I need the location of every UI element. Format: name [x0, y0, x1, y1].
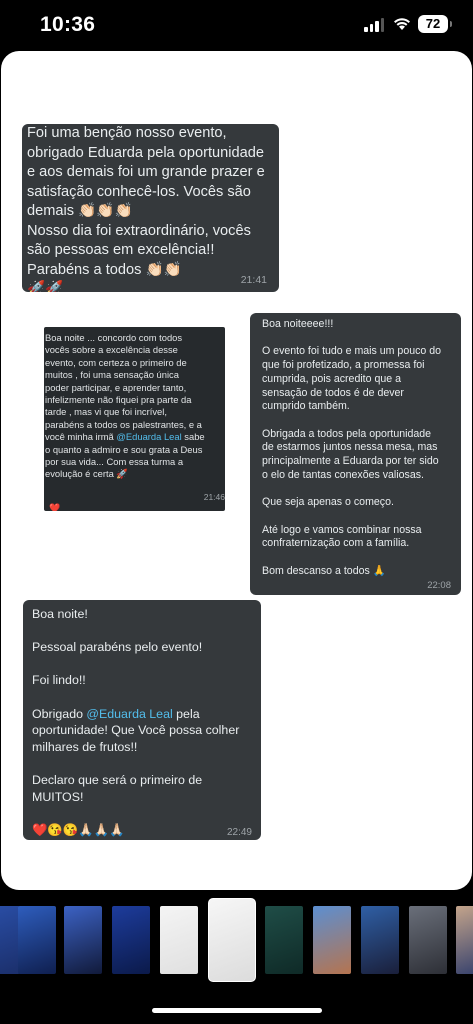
- cellular-signal-icon: [364, 18, 384, 32]
- message-text-part: pela oportunidade! Que Você possa colher…: [32, 706, 240, 837]
- group-photo-thumbnail[interactable]: [18, 906, 56, 974]
- message-time: 22:08: [427, 580, 451, 591]
- message-text-part: Boa noite ... concordo com todos vocês s…: [45, 332, 202, 443]
- people-photo-thumbnail[interactable]: [0, 906, 20, 974]
- image-canvas[interactable]: Foi uma benção nosso evento, obrigado Ed…: [1, 51, 472, 890]
- selfie-thumbnail[interactable]: [313, 906, 351, 974]
- mention-link[interactable]: @Eduarda Leal: [86, 707, 172, 721]
- message-bubble: Foi uma benção nosso evento, obrigado Ed…: [22, 124, 279, 292]
- heart-reaction-icon: ❤️: [49, 503, 61, 511]
- stage-photo-thumbnail[interactable]: [361, 906, 399, 974]
- message-time: 21:41: [240, 274, 267, 286]
- home-indicator[interactable]: [152, 1008, 322, 1013]
- message-text: Boa noite! Pessoal parabéns pelo evento!…: [32, 606, 239, 838]
- status-time: 10:36: [40, 13, 96, 36]
- event-stage-thumbnail[interactable]: [64, 906, 102, 974]
- message-text-part: Boa noite! Pessoal parabéns pelo evento!…: [32, 607, 203, 721]
- speaker-portrait-thumbnail[interactable]: [112, 906, 150, 974]
- message-text: Boa noite ... concordo com todos vocês s…: [45, 332, 205, 481]
- message-time: 21:46: [203, 492, 225, 502]
- message-text: Foi uma benção nosso evento, obrigado Ed…: [27, 125, 265, 292]
- thumbnail-strip[interactable]: [0, 898, 473, 982]
- chat-screenshot-thumbnail[interactable]: [265, 906, 303, 974]
- message-bubble: Boa noite! Pessoal parabéns pelo evento!…: [23, 600, 261, 840]
- chat-collage-thumbnail[interactable]: [208, 898, 256, 982]
- mention-link[interactable]: @Eduarda Leal: [116, 431, 181, 442]
- portrait-photo-thumbnail[interactable]: [456, 906, 473, 974]
- message-bubble: Boa noiteeee!!! O evento foi tudo e mais…: [250, 313, 461, 595]
- message-text: Boa noiteeee!!! O evento foi tudo e mais…: [262, 318, 442, 577]
- wifi-icon: [394, 18, 410, 30]
- status-bar: 10:36 72: [0, 0, 473, 50]
- venue-photo-thumbnail[interactable]: [409, 906, 447, 974]
- message-time: 22:49: [226, 827, 252, 838]
- document-thumbnail[interactable]: [160, 906, 198, 974]
- message-bubble-screenshot: Boa noite ... concordo com todos vocês s…: [44, 327, 225, 511]
- battery-icon: 72: [418, 15, 452, 33]
